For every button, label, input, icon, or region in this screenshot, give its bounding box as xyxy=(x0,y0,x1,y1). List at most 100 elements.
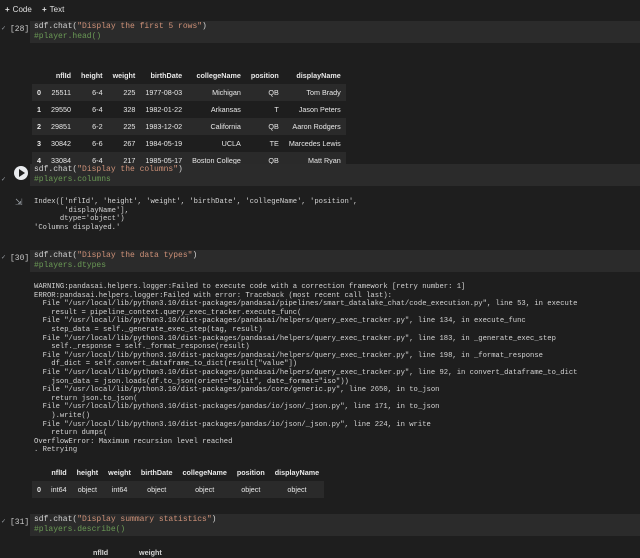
table-cell: 1982-01-22 xyxy=(145,105,183,114)
row-index: 1 xyxy=(37,105,41,114)
table-cell: 29550 xyxy=(51,105,71,114)
table-cell: 225 xyxy=(107,118,141,135)
code-editor[interactable]: sdf.chat("Display the columns") #players… xyxy=(30,164,640,186)
table-cell: 267 xyxy=(123,139,136,148)
table-cell: int64 xyxy=(103,481,136,498)
column-header: height xyxy=(76,468,99,477)
cell-output: Index(['nflId', 'height', 'weight', 'bir… xyxy=(34,198,358,232)
code-cell-1: ✓ [28] sdf.chat("Display the first 5 row… xyxy=(0,21,640,169)
output-line: result = pipeline_context.query_exec_tra… xyxy=(34,308,302,317)
table-cell: object xyxy=(269,481,325,498)
cell-status-icon: ✓ xyxy=(1,26,7,32)
dtypes-table: nflId height weight birthDate collegeName pos… xyxy=(32,464,325,498)
output-line: 'displayName'], xyxy=(34,206,129,215)
table-cell: 30842 xyxy=(51,139,71,148)
table-cell: 29851 xyxy=(46,118,76,135)
table-cell: Marcedes Lewis xyxy=(288,139,341,148)
code-line-2: #player.head() xyxy=(34,32,102,41)
column-header: position xyxy=(236,468,265,477)
code-line-1: sdf.chat("Display the data types") xyxy=(34,251,198,260)
column-header: weight xyxy=(108,468,131,477)
execution-count[interactable]: [30] xyxy=(10,254,29,263)
table-cell: QB xyxy=(245,118,284,135)
output-line: json_data = json.loads(df.to_json(orient… xyxy=(34,377,349,386)
code-cell-2: ✓ sdf.chat("Display the columns") #playe… xyxy=(0,164,640,244)
code-line-1: sdf.chat("Display the columns") xyxy=(34,165,183,174)
code-editor[interactable]: sdf.chat("Display the data types") #play… xyxy=(30,250,640,272)
output-line: step_data = self._generate_exec_step(tag… xyxy=(34,325,263,334)
table-cell: 25511 xyxy=(46,84,76,101)
add-code-cell-button[interactable]: + Code xyxy=(5,3,32,17)
output-line: File "/usr/local/lib/python3.10/dist-pac… xyxy=(34,317,526,326)
output-line: OverflowError: Maximum recursion level r… xyxy=(34,437,233,446)
output-line: return json.to_json( xyxy=(34,394,138,403)
cell-status-icon: ✓ xyxy=(1,255,7,261)
plus-icon: + xyxy=(5,5,10,14)
table-cell: QB xyxy=(245,84,284,101)
table-cell: 328 xyxy=(123,105,136,114)
column-header: collegeName xyxy=(196,71,241,80)
row-index: 0 xyxy=(32,84,46,101)
code-line-2: #players.columns xyxy=(34,175,111,184)
table-cell: TE xyxy=(269,139,279,148)
output-line: . Retrying xyxy=(34,446,78,455)
plus-icon: + xyxy=(42,5,47,14)
output-line: Index(['nflId', 'height', 'weight', 'bir… xyxy=(34,198,358,206)
table-row: 1 29550 6-4 328 1982-01-22 Arkansas T Jason Pet… xyxy=(32,101,346,118)
run-cell-button[interactable] xyxy=(14,166,28,180)
table-cell: 1983-12-02 xyxy=(140,118,188,135)
add-text-cell-button[interactable]: + Text xyxy=(42,3,64,17)
table-cell: Tom Brady xyxy=(283,84,346,101)
output-line: return dumps( xyxy=(34,429,108,438)
output-menu-icon[interactable]: ⇲ xyxy=(15,197,25,207)
code-editor[interactable]: sdf.chat("Display summary statistics") #… xyxy=(30,514,640,536)
table-row: 3 30842 6-6 267 1984-05-19 UCLA TE Marcedes Lew… xyxy=(32,135,346,152)
output-line: File "/usr/local/lib/python3.10/dist-pac… xyxy=(34,351,543,360)
column-header: birthDate xyxy=(150,71,183,80)
error-traceback-output: WARNING:pandasai.helpers.logger:Failed t… xyxy=(34,283,577,455)
row-index: 0 xyxy=(32,481,46,498)
table-cell: 6-4 xyxy=(92,105,103,114)
code-line-1: sdf.chat("Display summary statistics") xyxy=(34,515,217,524)
table-cell: 225 xyxy=(107,84,141,101)
column-header: nflId xyxy=(55,71,71,80)
output-line: 'Columns displayed.' xyxy=(34,223,121,232)
code-cell-4: ✓ [31] sdf.chat("Display summary statist… xyxy=(0,514,640,558)
column-header xyxy=(32,67,46,84)
execution-count[interactable]: [31] xyxy=(10,518,29,527)
column-header: birthDate xyxy=(140,468,173,477)
execution-count[interactable]: [28] xyxy=(10,25,29,34)
table-cell: 6-6 xyxy=(92,139,103,148)
table-cell: object xyxy=(135,481,178,498)
table-cell: 6-4 xyxy=(76,84,108,101)
column-header: displayName xyxy=(296,71,341,80)
column-header: displayName xyxy=(274,468,320,477)
row-index: 3 xyxy=(37,139,41,148)
output-line: dtype='object') xyxy=(34,215,125,224)
cell-status-icon: ✓ xyxy=(1,519,7,525)
table-cell: int64 xyxy=(46,481,72,498)
column-header: collegeName xyxy=(182,468,227,477)
table-row: 0 25511 6-4 225 1977-08-03 Michigan QB Tom Brad… xyxy=(32,84,346,101)
notebook-toolbar: + Code + Text xyxy=(0,0,640,20)
output-line: File "/usr/local/lib/python3.10/dist-pac… xyxy=(34,300,578,309)
output-line: File "/usr/local/lib/python3.10/dist-pac… xyxy=(34,334,556,343)
row-index: 2 xyxy=(32,118,46,135)
table-cell: object xyxy=(71,481,104,498)
output-line: self._response = self._format_response(r… xyxy=(34,343,250,352)
code-editor[interactable]: sdf.chat("Display the first 5 rows") #pl… xyxy=(30,21,640,43)
table-row: 0 int64 object int64 object object object objec… xyxy=(32,481,325,498)
column-header: position xyxy=(250,71,279,80)
code-line-1: sdf.chat("Display the first 5 rows") xyxy=(34,22,207,31)
output-line: df_dict = self.convert_dataframe_to_dict… xyxy=(34,360,298,369)
table-cell: object xyxy=(177,481,232,498)
table-cell: UCLA xyxy=(221,139,241,148)
output-line: File "/usr/local/lib/python3.10/dist-pac… xyxy=(34,386,440,395)
code-line-2: #players.describe() xyxy=(34,525,126,534)
table-row: 2 29851 6-2 225 1983-12-02 California QB Aaron … xyxy=(32,118,346,135)
cell-status-icon: ✓ xyxy=(1,177,7,183)
code-cell-3: ✓ [30] sdf.chat("Display the data types"… xyxy=(0,250,640,502)
table-header-weight: weight xyxy=(139,548,162,557)
add-text-label: Text xyxy=(49,5,65,14)
table-cell: Aaron Rodgers xyxy=(283,118,346,135)
